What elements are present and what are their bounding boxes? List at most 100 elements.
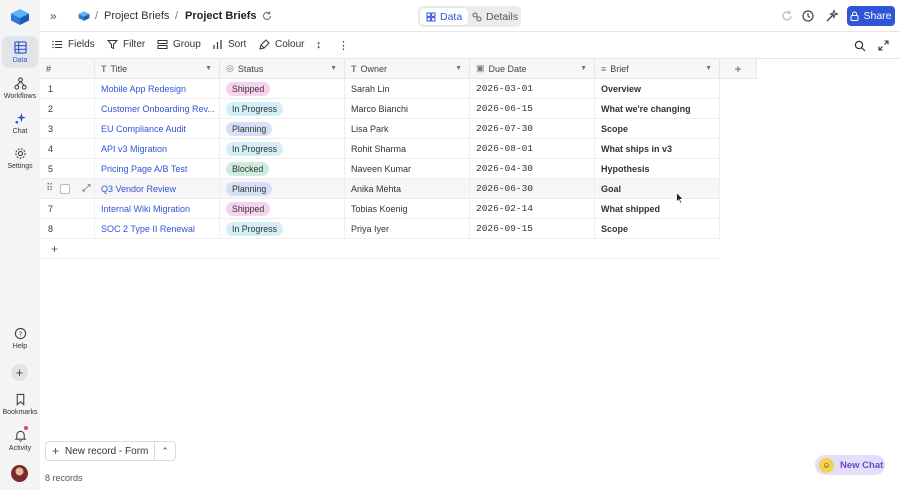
cell-status[interactable]: In Progress — [220, 139, 345, 159]
rail-item-bookmarks[interactable]: Bookmarks — [2, 388, 38, 420]
cell-due-date[interactable]: 2026-09-15 — [470, 219, 595, 239]
cell-due-date[interactable]: 2026-03-01 — [470, 79, 595, 99]
cell-owner[interactable]: Tobias Koenig — [345, 199, 470, 219]
cell-row-number[interactable]: 1 — [40, 79, 95, 99]
refresh-icon[interactable] — [262, 11, 272, 21]
cell-owner[interactable]: Lisa Park — [345, 119, 470, 139]
expand-sidebar-icon[interactable]: » — [50, 9, 57, 23]
rail-item-chat[interactable]: Chat — [2, 107, 38, 139]
cell-due-date[interactable]: 2026-08-01 — [470, 139, 595, 159]
new-chat-button[interactable]: ☺ New Chat — [815, 455, 885, 475]
history-icon[interactable] — [801, 9, 815, 23]
app-logo[interactable] — [10, 8, 30, 26]
col-header-owner[interactable]: T Owner ▼ — [345, 59, 470, 79]
cell-owner[interactable]: Marco Bianchi — [345, 99, 470, 119]
cell-title[interactable]: Q3 Vendor Review — [95, 179, 220, 199]
sort-button[interactable]: Sort — [212, 39, 246, 50]
add-row-button[interactable]: + — [40, 239, 720, 259]
cell-status[interactable]: In Progress — [220, 219, 345, 239]
cell-brief[interactable]: Hypothesis — [595, 159, 720, 179]
search-icon[interactable] — [854, 40, 866, 52]
cell-brief[interactable]: What ships in v3 — [595, 139, 720, 159]
rail-item-settings[interactable]: Settings — [2, 142, 38, 174]
rail-item-data[interactable]: Data — [2, 36, 38, 68]
cell-status[interactable]: Planning — [220, 179, 345, 199]
cell-row-number[interactable]: 5 — [40, 159, 95, 179]
cell-due-date[interactable]: 2026-06-30 — [470, 179, 595, 199]
cell-title[interactable]: Customer Onboarding Rev... — [95, 99, 220, 119]
cell-status[interactable]: Blocked — [220, 159, 345, 179]
cell-status[interactable]: Shipped — [220, 199, 345, 219]
share-button[interactable]: Share — [847, 6, 895, 26]
magic-wand-icon[interactable] — [825, 9, 839, 23]
cell-owner-text: Tobias Koenig — [351, 203, 408, 214]
cell-status[interactable]: Shipped — [220, 79, 345, 99]
chevron-down-icon[interactable]: ▼ — [330, 65, 337, 72]
cell-title[interactable]: Pricing Page A/B Test — [95, 159, 220, 179]
cell-row-number[interactable]: ⠿ ⤢ — [40, 179, 95, 199]
chevron-down-icon[interactable]: ▼ — [455, 65, 462, 72]
chevron-down-icon[interactable]: ▼ — [705, 65, 712, 72]
col-header-brief[interactable]: ≡ Brief ▼ — [595, 59, 720, 79]
cell-status[interactable]: Planning — [220, 119, 345, 139]
drag-handle-icon[interactable]: ⠿ — [46, 183, 53, 194]
cell-brief[interactable]: What shipped — [595, 199, 720, 219]
cell-owner[interactable]: Anika Mehta — [345, 179, 470, 199]
col-header-title[interactable]: T Title ▼ — [95, 59, 220, 79]
cell-owner[interactable]: Priya Iyer — [345, 219, 470, 239]
cell-title-text: Mobile App Redesign — [101, 83, 187, 94]
cell-title[interactable]: Internal Wiki Migration — [95, 199, 220, 219]
expand-record-icon[interactable]: ⤢ — [82, 183, 90, 194]
group-button[interactable]: Group — [157, 39, 201, 50]
rail-item-activity[interactable]: Activity — [2, 424, 38, 456]
cell-row-number[interactable]: 8 — [40, 219, 95, 239]
chevron-down-icon[interactable]: ▼ — [580, 65, 587, 72]
cell-row-number[interactable]: 3 — [40, 119, 95, 139]
rail-add-button[interactable]: + — [11, 364, 28, 381]
cell-title[interactable]: EU Compliance Audit — [95, 119, 220, 139]
text-field-icon: T — [101, 63, 107, 74]
cell-brief[interactable]: What we're changing — [595, 99, 720, 119]
cell-due-date[interactable]: 2026-04-30 — [470, 159, 595, 179]
expand-icon[interactable] — [878, 40, 889, 51]
breadcrumb-parent[interactable]: Project Briefs — [104, 10, 169, 22]
fields-button[interactable]: Fields — [52, 39, 95, 50]
cell-owner[interactable]: Rohit Sharma — [345, 139, 470, 159]
row-checkbox[interactable] — [60, 183, 71, 194]
cell-title[interactable]: Mobile App Redesign — [95, 79, 220, 99]
cell-status[interactable]: In Progress — [220, 99, 345, 119]
cell-owner[interactable]: Naveen Kumar — [345, 159, 470, 179]
filter-button[interactable]: Filter — [107, 39, 145, 50]
tab-data[interactable]: Data — [420, 8, 469, 25]
sync-icon[interactable] — [780, 9, 794, 23]
avatar[interactable] — [11, 465, 28, 482]
chevron-down-icon[interactable]: ▼ — [205, 65, 212, 72]
cell-brief[interactable]: Scope — [595, 219, 720, 239]
sort-icon — [213, 40, 222, 49]
cell-row-number[interactable]: 4 — [40, 139, 95, 159]
cell-owner[interactable]: Sarah Lin — [345, 79, 470, 99]
cell-due-date[interactable]: 2026-02-14 — [470, 199, 595, 219]
cell-brief[interactable]: Overview — [595, 79, 720, 99]
more-options-icon[interactable]: ⋮ — [338, 39, 349, 52]
cell-row-number[interactable]: 2 — [40, 99, 95, 119]
top-bar: » / Project Briefs / Project Briefs ⌄ Da… — [40, 0, 900, 32]
new-record-button[interactable]: + New record - Form — [46, 442, 154, 460]
rail-item-workflows[interactable]: Workflows — [2, 72, 38, 104]
cell-brief[interactable]: Goal — [595, 179, 720, 199]
cell-due-date[interactable]: 2026-07-30 — [470, 119, 595, 139]
tab-details[interactable]: Details — [466, 8, 524, 25]
add-field-button[interactable]: + — [720, 59, 757, 79]
new-record-menu-button[interactable]: ⌃ — [155, 442, 175, 460]
cell-due-date[interactable]: 2026-06-15 — [470, 99, 595, 119]
cell-title[interactable]: API v3 Migration — [95, 139, 220, 159]
row-height-icon[interactable]: ↕ — [316, 39, 322, 51]
cell-row-number[interactable]: 7 — [40, 199, 95, 219]
col-header-due-date[interactable]: ▣ Due Date ▼ — [470, 59, 595, 79]
rail-item-help[interactable]: ? Help — [2, 322, 38, 354]
colour-button[interactable]: Colour — [259, 39, 304, 50]
col-header-status[interactable]: ◎ Status ▼ — [220, 59, 345, 79]
cell-brief[interactable]: Scope — [595, 119, 720, 139]
chevron-down-icon[interactable]: ⌄ — [245, 11, 252, 20]
cell-title[interactable]: SOC 2 Type II Renewal — [95, 219, 220, 239]
